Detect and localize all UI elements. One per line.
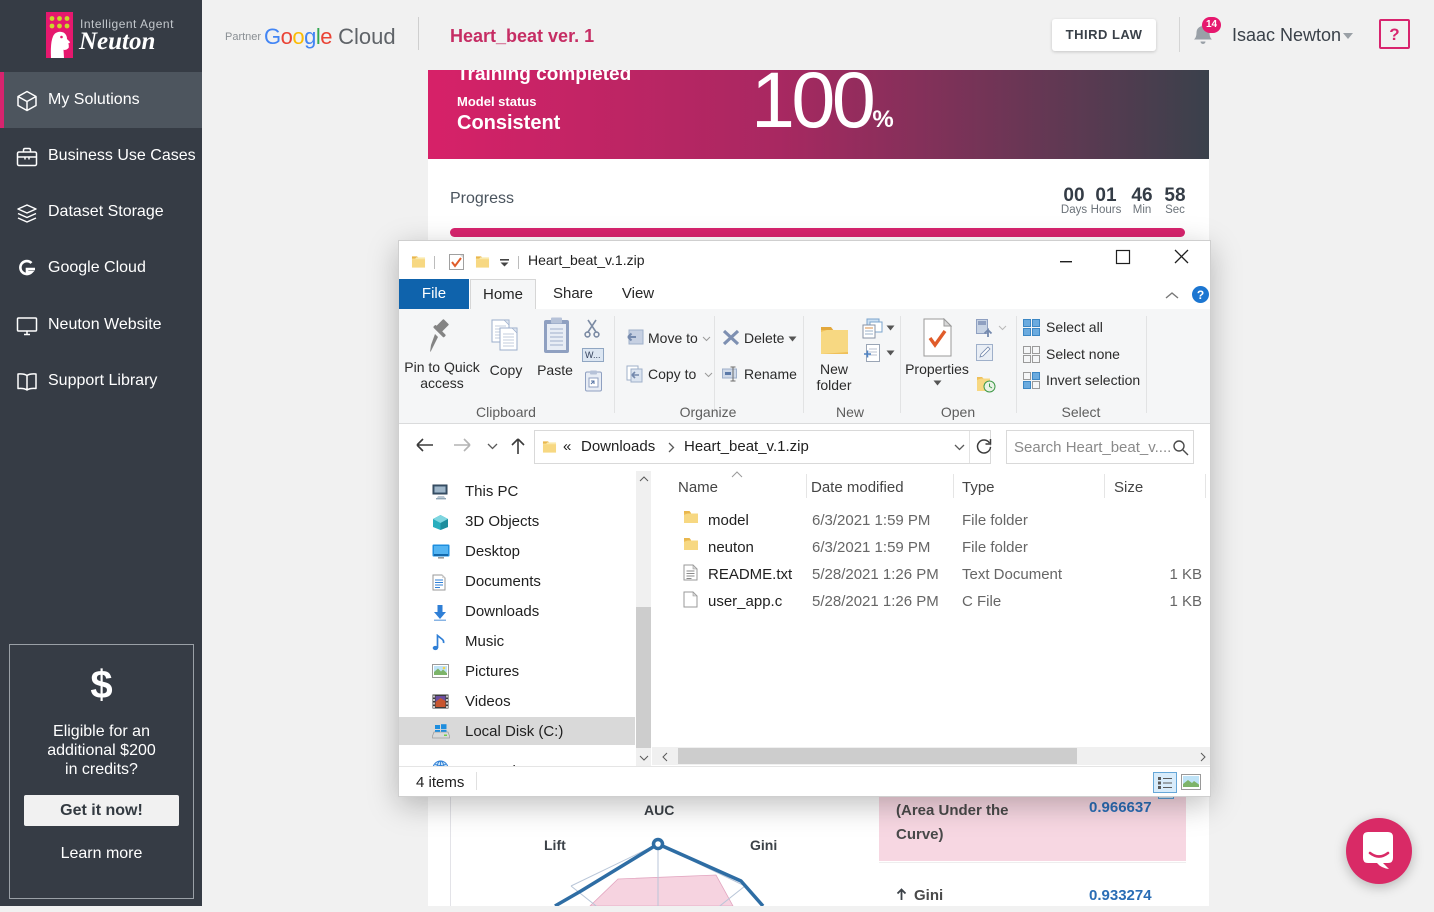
svg-text:W...: W... bbox=[585, 350, 601, 360]
svg-text:?: ? bbox=[1197, 288, 1204, 302]
